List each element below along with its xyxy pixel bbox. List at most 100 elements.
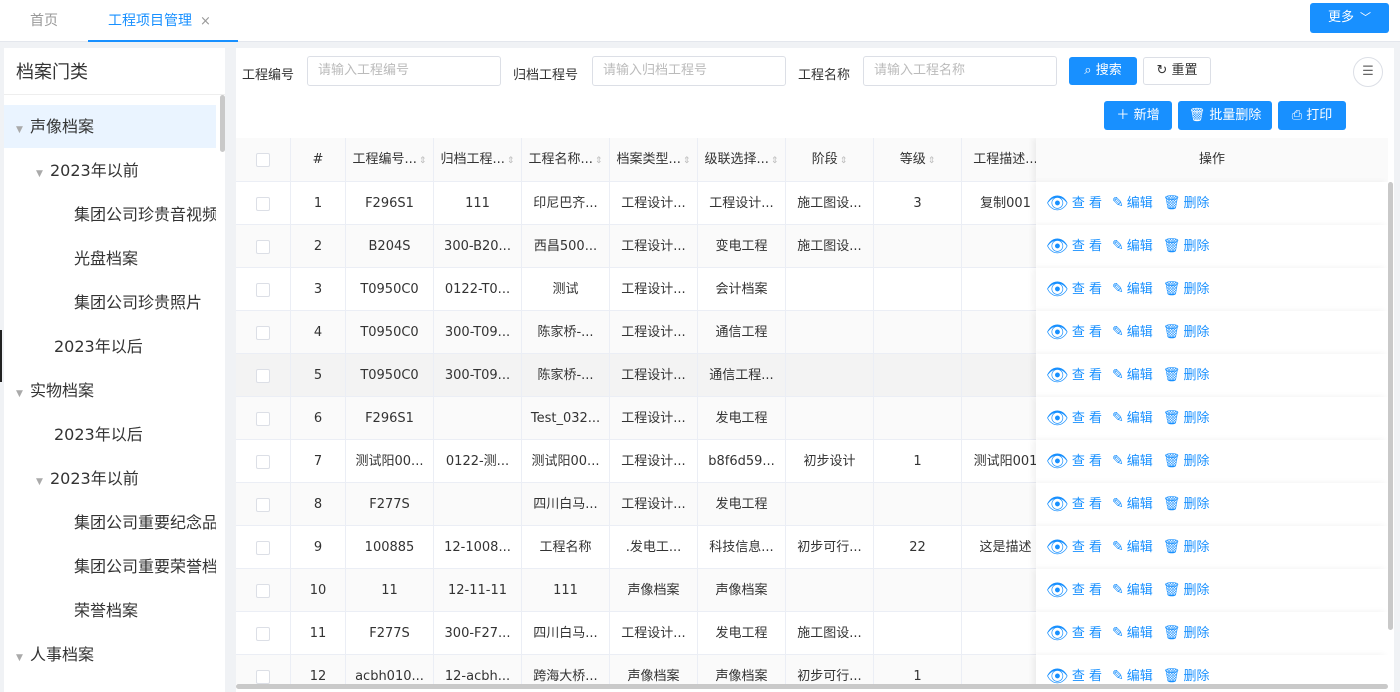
- sort-icon[interactable]: ⇕: [595, 156, 603, 166]
- tree-node[interactable]: 光盘档案: [4, 237, 216, 280]
- view-button[interactable]: 👁 查 看: [1046, 365, 1102, 386]
- row-checkbox[interactable]: [256, 282, 270, 297]
- edit-button[interactable]: ✎ 编辑: [1112, 238, 1153, 254]
- print-button[interactable]: ⎙ 打印: [1278, 101, 1346, 130]
- name-input[interactable]: 请输入工程名称: [863, 56, 1057, 86]
- tree-node[interactable]: 集团公司珍贵音视频: [4, 193, 216, 236]
- sort-icon[interactable]: ⇕: [419, 156, 427, 166]
- batch-delete-button[interactable]: 🗑 批量删除: [1178, 101, 1272, 130]
- delete-button[interactable]: 🗑 删除: [1163, 410, 1210, 426]
- edit-button[interactable]: ✎ 编辑: [1112, 195, 1153, 211]
- edit-button[interactable]: ✎ 编辑: [1112, 668, 1153, 684]
- delete-button[interactable]: 🗑 删除: [1163, 539, 1210, 555]
- tree-node[interactable]: ▼ 实物档案: [4, 369, 216, 412]
- header-code[interactable]: 工程编号... ⇕: [346, 138, 434, 182]
- edit-button[interactable]: ✎ 编辑: [1112, 539, 1153, 555]
- row-checkbox[interactable]: [256, 497, 270, 512]
- tree-node[interactable]: ▼ 2023年以前: [4, 149, 216, 192]
- row-checkbox[interactable]: [256, 368, 270, 383]
- delete-button[interactable]: 🗑 删除: [1163, 496, 1210, 512]
- tree-node[interactable]: 2023年以后: [4, 325, 216, 368]
- view-button[interactable]: 👁 查 看: [1046, 666, 1102, 684]
- row-checkbox[interactable]: [256, 454, 270, 469]
- tree-node[interactable]: 集团公司重要荣誉档案: [4, 545, 216, 588]
- sort-icon[interactable]: ⇕: [928, 156, 936, 166]
- view-button[interactable]: 👁 查 看: [1046, 408, 1102, 429]
- edit-button[interactable]: ✎ 编辑: [1112, 496, 1153, 512]
- sort-icon[interactable]: ⇕: [507, 156, 515, 166]
- header-grade[interactable]: 等级 ⇕: [874, 138, 962, 182]
- view-button[interactable]: 👁 查 看: [1046, 322, 1102, 343]
- view-button[interactable]: 👁 查 看: [1046, 537, 1102, 558]
- table-row[interactable]: 12 acbh010... 12-acbh... 跨海大桥... 声像档案 声像档案 初步可…: [236, 655, 1388, 684]
- table-row[interactable]: 8 F277S 四川白马... 工程设计... 发电工程 👁 查 看 ✎ 编辑 🗑 删除: [236, 483, 1388, 526]
- header-cascade[interactable]: 级联选择... ⇕: [698, 138, 786, 182]
- view-button[interactable]: 👁 查 看: [1046, 279, 1102, 300]
- tab-project-management[interactable]: 工程项目管理 ×: [88, 0, 238, 42]
- sort-icon[interactable]: ⇕: [840, 156, 848, 166]
- tree-node[interactable]: 集团公司珍贵照片: [4, 281, 216, 324]
- edit-button[interactable]: ✎ 编辑: [1112, 453, 1153, 469]
- table-row[interactable]: 9 100885 12-1008... 工程名称 .发电工... 科技信息... 初步可行.…: [236, 526, 1388, 569]
- edit-button[interactable]: ✎ 编辑: [1112, 582, 1153, 598]
- table-horizontal-scrollbar[interactable]: [236, 684, 1388, 689]
- table-vertical-scrollbar[interactable]: [1388, 182, 1393, 630]
- delete-button[interactable]: 🗑 删除: [1163, 453, 1210, 469]
- header-archive[interactable]: 归档工程... ⇕: [434, 138, 522, 182]
- view-button[interactable]: 👁 查 看: [1046, 580, 1102, 601]
- more-button[interactable]: 更多 ﹀: [1310, 3, 1389, 33]
- tree-node[interactable]: 集团公司重要纪念品: [4, 501, 216, 544]
- edit-button[interactable]: ✎ 编辑: [1112, 281, 1153, 297]
- table-row[interactable]: 4 T0950C0 300-T09... 陈家桥-... 工程设计... 通信工程 👁 查 看…: [236, 311, 1388, 354]
- caret-down-icon[interactable]: ▼: [16, 637, 30, 676]
- caret-down-icon[interactable]: ▼: [16, 109, 30, 148]
- code-input[interactable]: 请输入工程编号: [307, 56, 501, 86]
- row-checkbox[interactable]: [256, 239, 270, 254]
- select-all-checkbox[interactable]: [256, 152, 270, 167]
- tree-node[interactable]: ▼ 声像档案: [4, 105, 216, 148]
- delete-button[interactable]: 🗑 删除: [1163, 281, 1210, 297]
- table-row[interactable]: 10 11 12-11-11 111 声像档案 声像档案 👁 查 看 ✎ 编辑 🗑 删除: [236, 569, 1388, 612]
- sidebar-scrollbar[interactable]: [220, 95, 225, 152]
- view-button[interactable]: 👁 查 看: [1046, 236, 1102, 257]
- table-row[interactable]: 3 T0950C0 0122-T0... 测试 工程设计... 会计档案 👁 查 看 ✎ 编辑 🗑 删…: [236, 268, 1388, 311]
- row-checkbox[interactable]: [256, 196, 270, 211]
- search-button[interactable]: ⌕ 搜索: [1069, 57, 1137, 85]
- caret-down-icon[interactable]: ▼: [36, 461, 50, 500]
- reset-button[interactable]: ↻ 重置: [1143, 57, 1211, 85]
- view-button[interactable]: 👁 查 看: [1046, 494, 1102, 515]
- edit-button[interactable]: ✎ 编辑: [1112, 625, 1153, 641]
- row-checkbox[interactable]: [256, 325, 270, 340]
- delete-button[interactable]: 🗑 删除: [1163, 324, 1210, 340]
- delete-button[interactable]: 🗑 删除: [1163, 625, 1210, 641]
- table-row[interactable]: 11 F277S 300-F27... 四川白马... 工程设计... 发电工程 施工图设.…: [236, 612, 1388, 655]
- row-checkbox[interactable]: [256, 411, 270, 426]
- view-button[interactable]: 👁 查 看: [1046, 451, 1102, 472]
- view-button[interactable]: 👁 查 看: [1046, 623, 1102, 644]
- header-type[interactable]: 档案类型... ⇕: [610, 138, 698, 182]
- table-row[interactable]: 1 F296S1 111 印尼巴齐... 工程设计... 工程设计... 施工图设... 3 复…: [236, 182, 1388, 225]
- table-row[interactable]: 7 测试阳00... 0122-测... 测试阳00... 工程设计... b8f6d59…: [236, 440, 1388, 483]
- edit-button[interactable]: ✎ 编辑: [1112, 324, 1153, 340]
- row-checkbox[interactable]: [256, 626, 270, 641]
- edit-button[interactable]: ✎ 编辑: [1112, 367, 1153, 383]
- delete-button[interactable]: 🗑 删除: [1163, 582, 1210, 598]
- tab-home[interactable]: 首页: [30, 0, 58, 42]
- delete-button[interactable]: 🗑 删除: [1163, 195, 1210, 211]
- add-button[interactable]: ＋ 新增: [1104, 101, 1172, 130]
- view-button[interactable]: 👁 查 看: [1046, 193, 1102, 214]
- caret-down-icon[interactable]: ▼: [36, 153, 50, 192]
- delete-button[interactable]: 🗑 删除: [1163, 238, 1210, 254]
- table-row[interactable]: 5 T0950C0 300-T09... 陈家桥-... 工程设计... 通信工程... 👁…: [236, 354, 1388, 397]
- tree-node[interactable]: 荣誉档案: [4, 589, 216, 632]
- row-checkbox[interactable]: [256, 669, 270, 684]
- close-icon[interactable]: ×: [200, 14, 211, 29]
- archive-input[interactable]: 请输入归档工程号: [592, 56, 786, 86]
- delete-button[interactable]: 🗑 删除: [1163, 367, 1210, 383]
- column-settings-button[interactable]: ☰: [1353, 57, 1383, 87]
- row-checkbox[interactable]: [256, 540, 270, 555]
- sort-icon[interactable]: ⇕: [771, 156, 779, 166]
- tree-node[interactable]: ▼ 2023年以前: [4, 457, 216, 500]
- table-row[interactable]: 6 F296S1 Test_032... 工程设计... 发电工程 👁 查 看 ✎ 编辑 🗑 删除: [236, 397, 1388, 440]
- header-stage[interactable]: 阶段 ⇕: [786, 138, 874, 182]
